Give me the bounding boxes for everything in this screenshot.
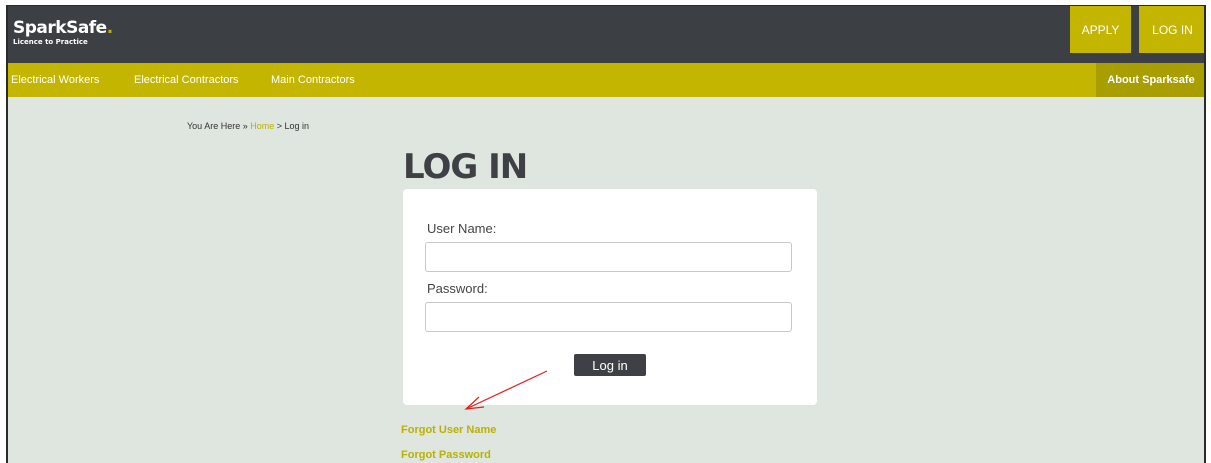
browser-frame: SparkSafe. Licence to Practice APPLY LOG… bbox=[6, 5, 1206, 463]
username-input[interactable] bbox=[425, 242, 792, 272]
password-label: Password: bbox=[427, 281, 488, 296]
breadcrumb-prefix: You Are Here » bbox=[187, 121, 251, 131]
nav-electrical-contractors[interactable]: Electrical Contractors bbox=[134, 63, 239, 97]
breadcrumb-current: > Log in bbox=[274, 121, 310, 131]
login-form-card: User Name: Password: Log in bbox=[403, 189, 817, 405]
login-submit-button[interactable]: Log in bbox=[574, 354, 646, 376]
forgot-password-link[interactable]: Forgot Password bbox=[401, 449, 491, 461]
nav-electrical-workers[interactable]: Electrical Workers bbox=[11, 63, 99, 97]
breadcrumb-home-link[interactable]: Home bbox=[250, 121, 274, 131]
password-input[interactable] bbox=[425, 302, 792, 332]
logo-name: SparkSafe. bbox=[13, 18, 113, 38]
breadcrumb: You Are Here » Home > Log in bbox=[187, 121, 309, 131]
forgot-username-link[interactable]: Forgot User Name bbox=[401, 424, 496, 436]
page-title: LOG IN bbox=[403, 147, 528, 187]
sparksafe-logo[interactable]: SparkSafe. Licence to Practice bbox=[13, 19, 113, 47]
nav-main-contractors[interactable]: Main Contractors bbox=[271, 63, 355, 97]
apply-button[interactable]: APPLY bbox=[1070, 6, 1131, 53]
login-button[interactable]: LOG IN bbox=[1139, 6, 1204, 53]
username-label: User Name: bbox=[427, 221, 497, 236]
top-bar: SparkSafe. Licence to Practice APPLY LOG… bbox=[8, 6, 1204, 63]
logo-tagline: Licence to Practice bbox=[13, 38, 88, 46]
nav-about-sparksafe[interactable]: About Sparksafe bbox=[1096, 63, 1204, 97]
main-nav: Electrical Workers Electrical Contractor… bbox=[8, 63, 1204, 97]
